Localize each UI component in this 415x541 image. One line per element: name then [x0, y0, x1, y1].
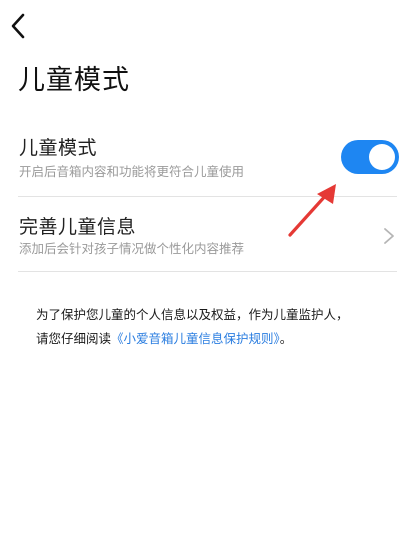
- child-info-subtitle: 添加后会针对孩子情况做个性化内容推荐: [19, 241, 245, 256]
- notice-suffix: 。: [279, 331, 293, 346]
- kids-mode-subtitle: 开启后音箱内容和功能将更符合儿童使用: [19, 164, 245, 179]
- notice-line-2: 请您仔细阅读《小爱音箱儿童信息保护规则》。: [36, 327, 396, 351]
- kids-mode-title: 儿童模式: [19, 137, 98, 159]
- notice-line-1: 为了保护您儿童的个人信息以及权益，作为儿童监护人，: [36, 307, 349, 322]
- notice-prefix: 请您仔细阅读: [36, 331, 112, 346]
- back-button[interactable]: [4, 8, 34, 44]
- toggle-knob: [369, 144, 395, 170]
- chevron-left-icon: [11, 13, 25, 39]
- chevron-right-icon: [384, 228, 394, 244]
- privacy-notice: 为了保护您儿童的个人信息以及权益，作为儿童监护人， 请您仔细阅读《小爱音箱儿童信…: [36, 303, 396, 351]
- kids-mode-toggle[interactable]: [341, 140, 399, 174]
- child-info-row[interactable]: 完善儿童信息 添加后会针对孩子情况做个性化内容推荐: [0, 206, 415, 270]
- child-info-title: 完善儿童信息: [19, 216, 137, 238]
- page-title: 儿童模式: [18, 65, 130, 96]
- privacy-rules-link[interactable]: 《小爱音箱儿童信息保护规则》: [111, 331, 280, 346]
- divider: [18, 271, 397, 272]
- divider: [18, 196, 397, 197]
